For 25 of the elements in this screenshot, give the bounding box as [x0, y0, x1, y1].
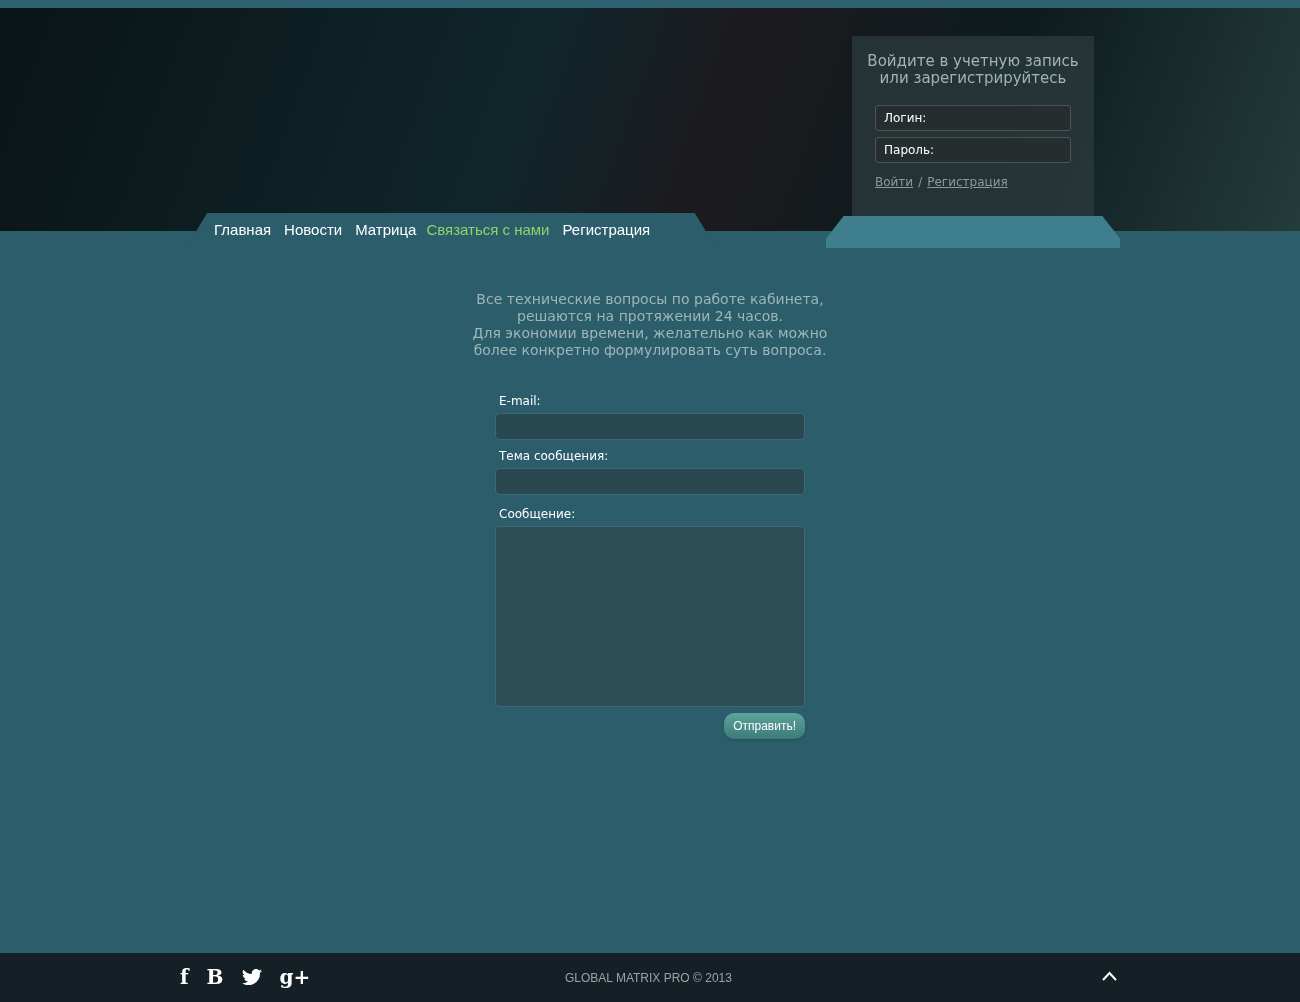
social-link[interactable]: f	[180, 965, 189, 989]
nav-link[interactable]: Новости	[284, 219, 343, 242]
social-link[interactable]: B	[206, 965, 224, 989]
field-label: Тема сообщения:	[498, 448, 610, 465]
login-link[interactable]: Войти	[875, 173, 914, 191]
text-input[interactable]	[495, 468, 805, 495]
copyright-text: GLOBAL MATRIX PRO © 2013	[565, 970, 732, 987]
separator-text: /	[918, 174, 923, 191]
nav-link[interactable]: Матрица	[355, 219, 417, 242]
intro-text: Все технические вопросы по работе кабинета, решаются на протяжении 24 часов. Для экономии времени, желательно как можно более конкретно формулировать суть вопроса.	[472, 291, 828, 359]
message-textarea[interactable]	[495, 526, 805, 707]
field-label: E-mail:	[498, 393, 542, 410]
login-field[interactable]: Пароль:	[875, 137, 1071, 163]
bird-icon[interactable]	[241, 969, 262, 985]
nav-link[interactable]: Связаться с нами	[426, 219, 550, 242]
login-link[interactable]: Регистрация	[927, 173, 1008, 191]
social-link[interactable]: g+	[279, 965, 311, 989]
field-label: Сообщение:	[498, 506, 577, 523]
nav-link[interactable]: Главная	[214, 219, 272, 242]
scroll-up-icon[interactable]	[1102, 971, 1117, 981]
submit-button[interactable]: Отправить!	[724, 713, 805, 739]
text-input[interactable]	[495, 413, 805, 440]
login-title: Войдите в учетную запись или зарегистрируйтесь	[866, 53, 1080, 87]
nav-link[interactable]: Регистрация	[562, 219, 651, 242]
login-field[interactable]: Логин:	[875, 105, 1071, 131]
